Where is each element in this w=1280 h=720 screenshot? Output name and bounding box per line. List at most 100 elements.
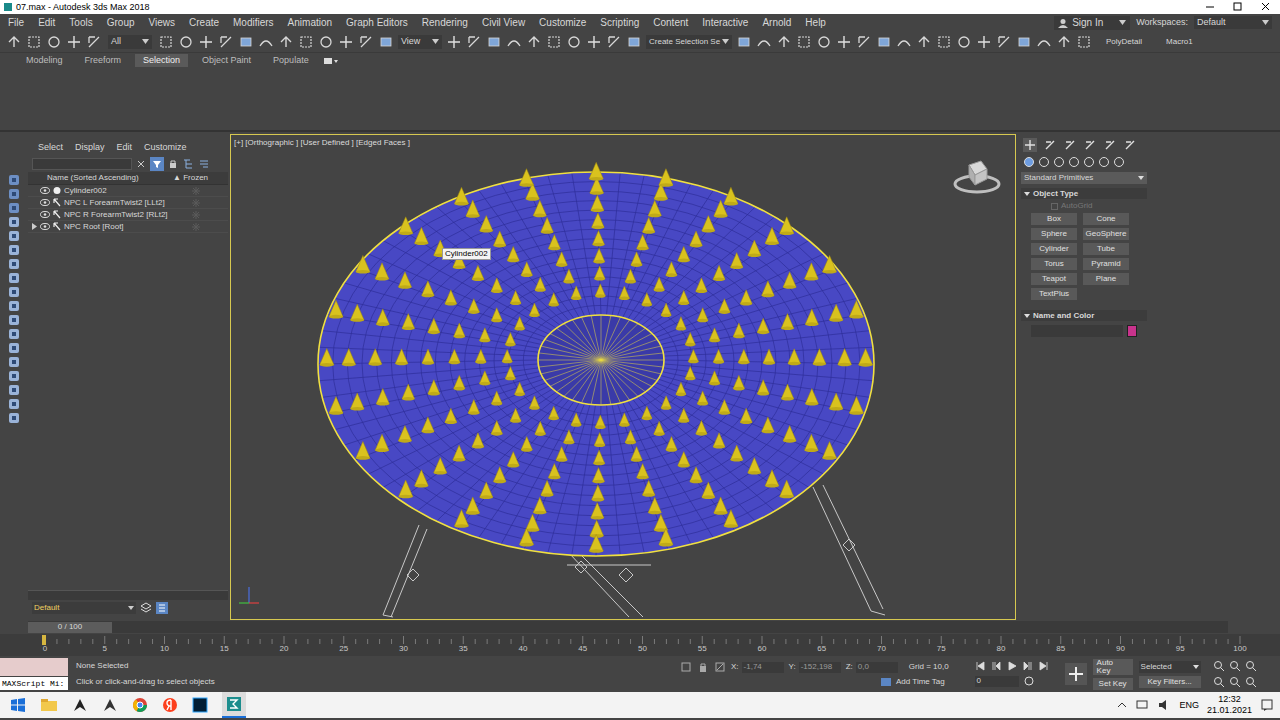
tool-icon[interactable] <box>446 34 462 50</box>
menu-item[interactable]: Create <box>189 18 219 28</box>
tool-icon[interactable] <box>936 34 952 50</box>
panel-tab-icon[interactable] <box>1063 138 1077 152</box>
minimize-icon[interactable] <box>1196 1 1224 13</box>
tool-icon[interactable] <box>158 34 174 50</box>
primitive-button[interactable]: Teapot <box>1031 273 1077 285</box>
tool-icon[interactable] <box>1076 34 1092 50</box>
menu-item[interactable]: Rendering <box>422 18 468 28</box>
primitive-button[interactable]: Tube <box>1083 243 1129 255</box>
chrome-icon[interactable] <box>132 697 148 713</box>
explorer-tool-icon[interactable] <box>8 328 20 340</box>
eye-icon[interactable] <box>40 211 50 218</box>
ribbon-options-icon[interactable] <box>323 56 339 66</box>
frozen-icon[interactable] <box>192 199 200 207</box>
tool-icon[interactable] <box>506 34 522 50</box>
yandex-icon[interactable] <box>162 697 178 713</box>
macro-button[interactable]: PolyDetail <box>1096 38 1152 46</box>
tool-icon[interactable] <box>358 34 374 50</box>
name-field[interactable] <box>1031 325 1123 337</box>
lock-icon[interactable] <box>168 159 178 169</box>
bone-icon[interactable] <box>52 222 62 231</box>
network-icon[interactable] <box>1135 699 1149 711</box>
primitive-button[interactable]: GeoSphere <box>1083 228 1129 240</box>
explorer-tool-icon[interactable] <box>8 174 20 186</box>
tool-icon[interactable] <box>66 34 82 50</box>
explorer-tool-icon[interactable] <box>8 384 20 396</box>
tool-icon[interactable] <box>178 34 194 50</box>
selection-filter[interactable]: All <box>108 35 152 49</box>
tool-icon[interactable] <box>736 34 752 50</box>
explorer-tool-icon[interactable] <box>8 230 20 242</box>
viewport[interactable]: [+] [Orthographic ] [User Defined ] [Edg… <box>230 134 1016 620</box>
tool-icon[interactable] <box>486 34 502 50</box>
tool-icon[interactable] <box>816 34 832 50</box>
notifications-icon[interactable] <box>1260 698 1274 712</box>
tool-icon[interactable] <box>238 34 254 50</box>
category-icon[interactable] <box>1098 156 1110 168</box>
category-icon[interactable] <box>1053 156 1065 168</box>
tool-icon[interactable] <box>378 34 394 50</box>
playback-icon[interactable] <box>991 661 1003 671</box>
tool-icon[interactable] <box>776 34 792 50</box>
close-icon[interactable] <box>1252 1 1280 13</box>
coordinate[interactable]: Z:0,0 <box>846 662 898 673</box>
restore-icon[interactable] <box>1224 1 1252 13</box>
eye-icon[interactable] <box>40 199 50 206</box>
tool-icon[interactable] <box>1056 34 1072 50</box>
tool-icon[interactable] <box>546 34 562 50</box>
tool-icon[interactable] <box>996 34 1012 50</box>
tool-icon[interactable] <box>218 34 234 50</box>
column-header[interactable]: Name (Sorted Ascending) <box>28 174 173 182</box>
add-time-tag[interactable]: Add Time Tag <box>896 678 945 686</box>
panel-tab-icon[interactable] <box>1123 138 1137 152</box>
rollout-header[interactable]: Name and Color <box>1021 310 1147 321</box>
menu-item[interactable]: Group <box>107 18 135 28</box>
filter-icon[interactable] <box>150 157 164 171</box>
windows-start-icon[interactable] <box>10 697 26 713</box>
explorer-tool-icon[interactable] <box>8 244 20 256</box>
explorer-tool-icon[interactable] <box>8 258 20 270</box>
layer-dropdown[interactable]: Default <box>32 602 136 614</box>
menu-item[interactable]: File <box>8 18 24 28</box>
ribbon-tab[interactable]: Object Paint <box>194 54 259 67</box>
menu-item[interactable]: Animation <box>288 18 332 28</box>
tool-icon[interactable] <box>836 34 852 50</box>
layers-icon[interactable] <box>140 602 152 614</box>
coordinate[interactable]: Y:-152,198 <box>789 662 841 673</box>
tool-icon[interactable] <box>258 34 274 50</box>
tool-icon[interactable] <box>1036 34 1052 50</box>
frozen-icon[interactable] <box>192 211 200 219</box>
coordinate[interactable]: X:-1,74 <box>731 662 784 673</box>
tool-icon[interactable] <box>586 34 602 50</box>
isolate-icon[interactable] <box>680 661 692 673</box>
hierarchy-icon[interactable] <box>182 158 194 170</box>
tool-icon[interactable] <box>198 34 214 50</box>
tool-icon[interactable] <box>566 34 582 50</box>
primitive-button[interactable]: Box <box>1031 213 1077 225</box>
set-key-button[interactable]: Set Key <box>1093 678 1133 690</box>
current-frame[interactable]: 0 <box>975 676 1019 687</box>
category-icon[interactable] <box>1023 156 1035 168</box>
explorer-search[interactable] <box>32 158 132 170</box>
menu-item[interactable]: Help <box>805 18 826 28</box>
tool-icon[interactable] <box>298 34 314 50</box>
frozen-icon[interactable] <box>192 223 200 231</box>
menu-item[interactable]: Edit <box>38 18 55 28</box>
explorer-row[interactable]: NPC L ForearmTwist2 [LLt2] <box>28 197 228 209</box>
absolute-mode-icon[interactable] <box>714 661 726 673</box>
tool-icon[interactable] <box>46 34 62 50</box>
category-dropdown[interactable]: Standard Primitives <box>1021 172 1147 184</box>
tool-icon[interactable] <box>876 34 892 50</box>
tool-icon[interactable] <box>626 34 642 50</box>
tool-icon[interactable] <box>976 34 992 50</box>
menu-item[interactable]: Views <box>149 18 176 28</box>
menu-item[interactable]: Arnold <box>762 18 791 28</box>
tool-icon[interactable] <box>956 34 972 50</box>
tool-icon[interactable] <box>466 34 482 50</box>
column-header[interactable]: ▲ Frozen <box>173 174 208 182</box>
menu-item[interactable]: Tools <box>69 18 92 28</box>
panel-tab-icon[interactable] <box>1043 138 1057 152</box>
explorer-menu-item[interactable]: Display <box>75 143 105 152</box>
primitive-button[interactable]: Cylinder <box>1031 243 1077 255</box>
workspace-dropdown[interactable]: Default <box>1194 16 1272 29</box>
